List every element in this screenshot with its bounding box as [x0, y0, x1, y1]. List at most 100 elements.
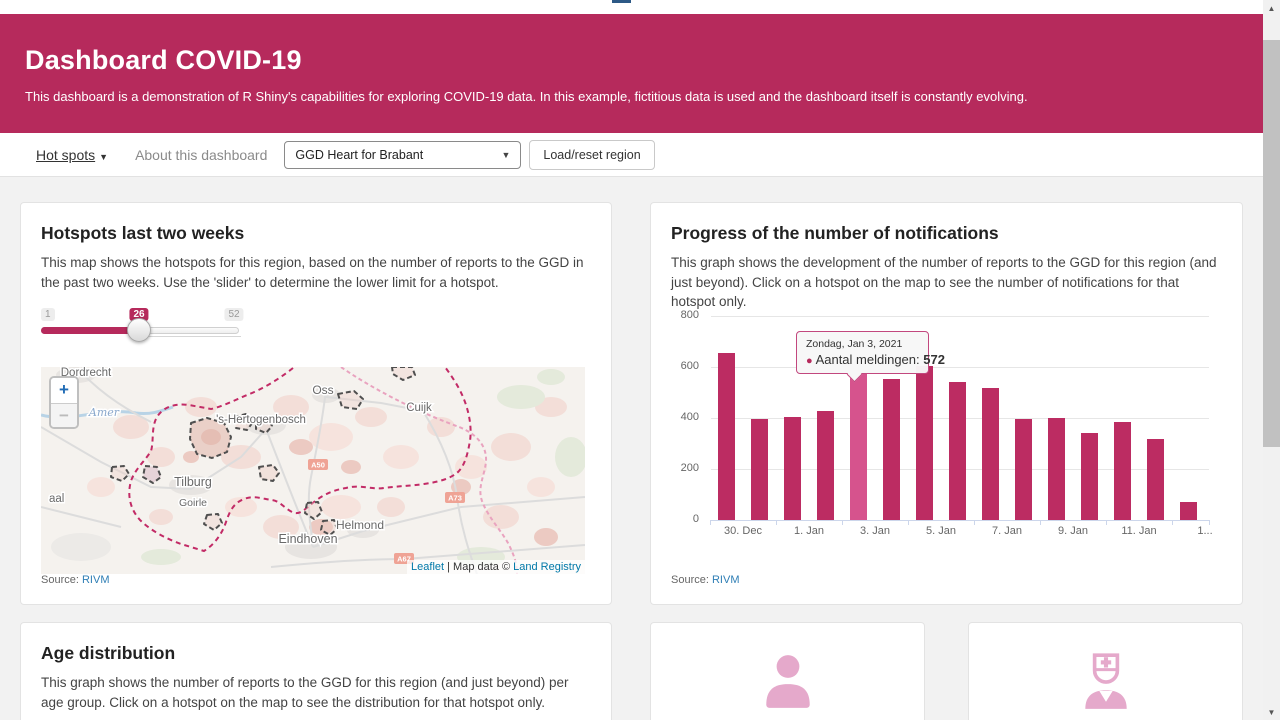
icon-wrap [671, 651, 904, 711]
dashboard-header: Dashboard COVID-19 This dashboard is a d… [0, 14, 1263, 133]
city-label: Cuijk [406, 402, 432, 414]
chart-tooltip: Zondag, Jan 3, 2021 ● Aantal meldingen: … [796, 331, 929, 374]
hotspot-threshold-slider: 1 26 52 [41, 308, 261, 354]
x-axis-label: 1. Jan [794, 525, 824, 537]
x-axis-tick [776, 520, 777, 525]
chart-bar[interactable] [850, 374, 867, 520]
chart-gridline [711, 316, 1209, 317]
source-label: Source: [671, 574, 709, 586]
chart-bar[interactable] [916, 366, 933, 520]
chart-bar[interactable] [751, 419, 768, 520]
region-select[interactable]: GGD Heart for Brabant ▼ [284, 141, 521, 169]
city-label: 's-Hertogenbosch [216, 414, 306, 426]
tab-hot-spots[interactable]: Hot spots▼ [36, 147, 108, 163]
leaflet-map[interactable]: A50A73A67 DordrechtOssCuijk's-Hertogenbo… [41, 367, 585, 574]
notifications-card: Progress of the number of notifications … [650, 202, 1243, 605]
city-label: Oss [312, 383, 333, 397]
tooltip-value: 572 [923, 352, 945, 367]
x-axis-tick [710, 520, 711, 525]
chart-bar[interactable] [1048, 418, 1065, 521]
map-canvas: A50A73A67 DordrechtOssCuijk's-Hertogenbo… [41, 367, 585, 574]
slider-fill [41, 327, 140, 334]
top-strip [0, 0, 1280, 14]
scrollbar-thumb[interactable] [1263, 40, 1280, 447]
x-axis-label: 9. Jan [1058, 525, 1088, 537]
hotspots-card: Hotspots last two weeks This map shows t… [20, 202, 612, 605]
rivm-link[interactable]: RIVM [82, 574, 110, 586]
icon-wrap [989, 651, 1222, 711]
tab-indicator-bar [612, 0, 631, 3]
navbar: Hot spots▼ About this dashboard GGD Hear… [0, 133, 1263, 177]
x-axis-label: 3. Jan [860, 525, 890, 537]
y-axis-tick-label: 200 [651, 462, 699, 474]
chart-bar[interactable] [817, 411, 834, 520]
city-label: Eindhoven [278, 532, 337, 546]
age-distribution-card: Age distribution This graph shows the nu… [20, 622, 612, 720]
x-axis-label: 7. Jan [992, 525, 1022, 537]
chart-bar[interactable] [784, 417, 801, 521]
y-axis-tick-label: 800 [651, 309, 699, 321]
chart-bar[interactable] [1081, 433, 1098, 520]
chart-bar[interactable] [949, 382, 966, 520]
y-axis-tick-label: 0 [651, 513, 699, 525]
age-card-description: This graph shows the number of reports t… [41, 673, 591, 712]
notifications-card-title: Progress of the number of notifications [671, 223, 1222, 244]
notifications-bar-chart[interactable]: Zondag, Jan 3, 2021 ● Aantal meldingen: … [651, 303, 1244, 553]
city-label: Amer [88, 406, 120, 419]
source-label: Source: [41, 574, 79, 586]
scroll-up-arrow-icon[interactable]: ▲ [1263, 0, 1280, 16]
x-axis-tick [908, 520, 909, 525]
x-axis-tick [842, 520, 843, 525]
tooltip-value-line: ● Aantal meldingen: 572 [806, 352, 919, 367]
load-reset-region-button[interactable]: Load/reset region [529, 140, 654, 170]
road-badge-label: A73 [448, 494, 462, 503]
land-registry-link[interactable]: Land Registry [513, 561, 581, 573]
chart-gridline [711, 520, 1209, 521]
map-zoom-control: + − [49, 376, 79, 429]
chart-bar[interactable] [1147, 439, 1164, 520]
slider-handle[interactable] [127, 318, 151, 342]
chart-bar[interactable] [1114, 422, 1131, 520]
slider-max-label: 52 [224, 308, 243, 321]
stat-card-nurse [968, 622, 1243, 720]
nurse-icon [1077, 651, 1135, 711]
road-badge-label: A50 [311, 461, 325, 470]
map-attribution: Leaflet | Map data © Land Registry [407, 560, 585, 574]
chart-bar[interactable] [883, 379, 900, 520]
city-label: Tilburg [174, 475, 212, 489]
hotspots-card-title: Hotspots last two weeks [41, 223, 591, 244]
hotspots-card-description: This map shows the hotspots for this reg… [41, 253, 591, 292]
chart-bar[interactable] [1180, 502, 1197, 520]
chart-bar[interactable] [718, 353, 735, 520]
x-axis-label: 30. Dec [724, 525, 762, 537]
x-axis-label: 1... [1197, 525, 1212, 537]
y-axis-tick-label: 600 [651, 360, 699, 372]
city-label: Goirle [179, 497, 207, 509]
chart-gridline [711, 367, 1209, 368]
y-axis-tick-label: 400 [651, 411, 699, 423]
chart-bar[interactable] [982, 388, 999, 520]
zoom-out-button[interactable]: − [51, 404, 77, 429]
x-axis-label: 11. Jan [1121, 525, 1156, 537]
source-line: Source: RIVM [671, 574, 739, 586]
x-axis-label: 5. Jan [926, 525, 956, 537]
source-line: Source: RIVM [41, 574, 109, 586]
zoom-in-button[interactable]: + [51, 378, 77, 404]
vertical-scrollbar[interactable]: ▲ ▼ [1263, 0, 1280, 720]
x-axis-tick [1040, 520, 1041, 525]
city-label: aal [49, 493, 64, 505]
tooltip-series-label: Aantal meldingen: [816, 352, 920, 367]
tooltip-date: Zondag, Jan 3, 2021 [806, 338, 919, 350]
age-card-title: Age distribution [41, 643, 591, 664]
user-icon [759, 651, 817, 711]
page-title: Dashboard COVID-19 [25, 14, 1263, 76]
chevron-down-icon: ▼ [99, 152, 108, 162]
chart-bar[interactable] [1015, 419, 1032, 520]
chevron-down-icon: ▼ [501, 150, 510, 160]
scroll-down-arrow-icon[interactable]: ▼ [1263, 704, 1280, 720]
leaflet-link[interactable]: Leaflet [411, 561, 444, 573]
city-label: Helmond [336, 518, 384, 532]
rivm-link[interactable]: RIVM [712, 574, 740, 586]
tab-about-dashboard[interactable]: About this dashboard [135, 147, 267, 163]
page-subtitle: This dashboard is a demonstration of R S… [25, 89, 1263, 104]
